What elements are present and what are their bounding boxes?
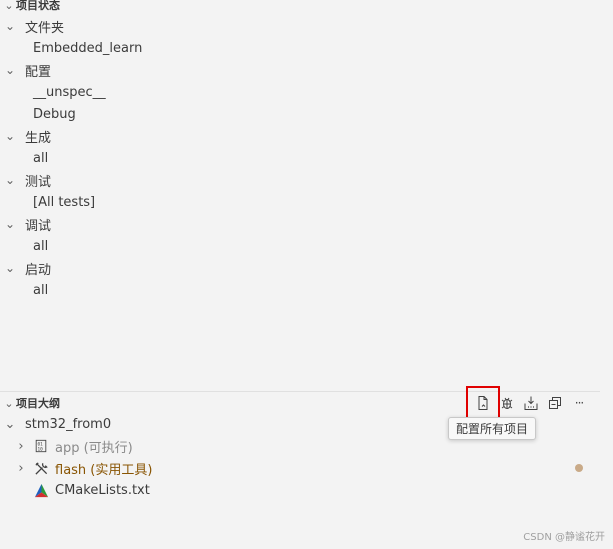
status-value-build[interactable]: all: [0, 147, 600, 169]
status-group-label: 测试: [25, 174, 52, 190]
status-group-label: 启动: [25, 262, 52, 278]
outline-target-app[interactable]: › 01 10 app (可执行): [0, 435, 600, 457]
status-value-folder[interactable]: Embedded_learn: [0, 37, 600, 59]
chevron-right-icon: ›: [18, 460, 24, 476]
status-value-launch[interactable]: all: [0, 279, 600, 301]
status-group-label: 生成: [25, 130, 52, 146]
status-group-label: 配置: [25, 64, 52, 80]
outline-cmakelists[interactable]: CMakeLists.txt: [0, 479, 600, 501]
outline-target-flash[interactable]: › flash (实用工具): [0, 457, 600, 479]
collapse-all-icon: [549, 397, 561, 409]
status-value: __unspec__: [33, 84, 106, 100]
clean-icon: [501, 397, 513, 409]
more-label: ···: [574, 396, 585, 410]
watermark-text: CSDN @静谧花开: [523, 532, 605, 543]
status-value-test[interactable]: [All tests]: [0, 191, 600, 213]
status-value-config-variant[interactable]: Debug: [0, 103, 600, 125]
chevron-down-icon: ⌄: [4, 129, 16, 143]
project-name: stm32_from0: [25, 416, 112, 432]
configure-all-button[interactable]: [466, 386, 500, 420]
project-outline-title: 项目大纲: [16, 397, 60, 410]
status-value: Debug: [33, 106, 76, 122]
outline-project-row[interactable]: ⌄ stm32_from0: [0, 413, 600, 435]
modified-indicator: [575, 464, 583, 472]
chevron-down-icon: ⌄: [4, 173, 16, 187]
status-value: all: [33, 238, 49, 254]
project-status-header[interactable]: ⌄ 项目状态: [0, 0, 613, 16]
status-group-debug[interactable]: ⌄ 调试: [0, 213, 600, 235]
status-value-debug[interactable]: all: [0, 235, 600, 257]
collapse-all-button[interactable]: [544, 392, 566, 414]
status-value: all: [33, 150, 49, 166]
chevron-down-icon: ⌄: [4, 19, 16, 33]
target-label: flash (实用工具): [55, 462, 153, 478]
binary-icon: 01 10: [33, 438, 49, 454]
svg-text:10: 10: [38, 446, 44, 452]
more-actions-button[interactable]: ···: [568, 392, 590, 414]
chevron-down-icon: ⌄: [4, 0, 14, 12]
build-all-button[interactable]: [520, 392, 542, 414]
tools-icon: [33, 460, 49, 476]
chevron-down-icon: ⌄: [4, 396, 14, 410]
project-status-title: 项目状态: [16, 0, 60, 12]
status-group-launch[interactable]: ⌄ 启动: [0, 257, 600, 279]
clean-button[interactable]: [496, 392, 518, 414]
status-group-config[interactable]: ⌄ 配置: [0, 59, 600, 81]
chevron-right-icon: ›: [18, 438, 24, 454]
configure-all-icon: [478, 396, 488, 410]
target-label: app (可执行): [55, 440, 133, 456]
chevron-down-icon: ⌄: [4, 261, 16, 275]
status-group-label: 调试: [25, 218, 52, 234]
cmake-icon: [33, 482, 49, 498]
chevron-down-icon: ⌄: [4, 416, 16, 432]
status-group-test[interactable]: ⌄ 测试: [0, 169, 600, 191]
chevron-down-icon: ⌄: [4, 217, 16, 231]
status-value: Embedded_learn: [33, 40, 143, 56]
project-outline-header[interactable]: ⌄ 项目大纲: [0, 392, 460, 414]
build-all-icon: [524, 396, 538, 410]
status-value: all: [33, 282, 49, 298]
chevron-down-icon: ⌄: [4, 63, 16, 77]
outline-toolbar: ···: [466, 386, 592, 420]
status-group-folder[interactable]: ⌄ 文件夹: [0, 15, 600, 37]
status-value-config-kit[interactable]: __unspec__: [0, 81, 600, 103]
status-group-build[interactable]: ⌄ 生成: [0, 125, 600, 147]
status-group-label: 文件夹: [25, 20, 65, 36]
file-label: CMakeLists.txt: [55, 482, 150, 498]
status-value: [All tests]: [33, 194, 96, 210]
